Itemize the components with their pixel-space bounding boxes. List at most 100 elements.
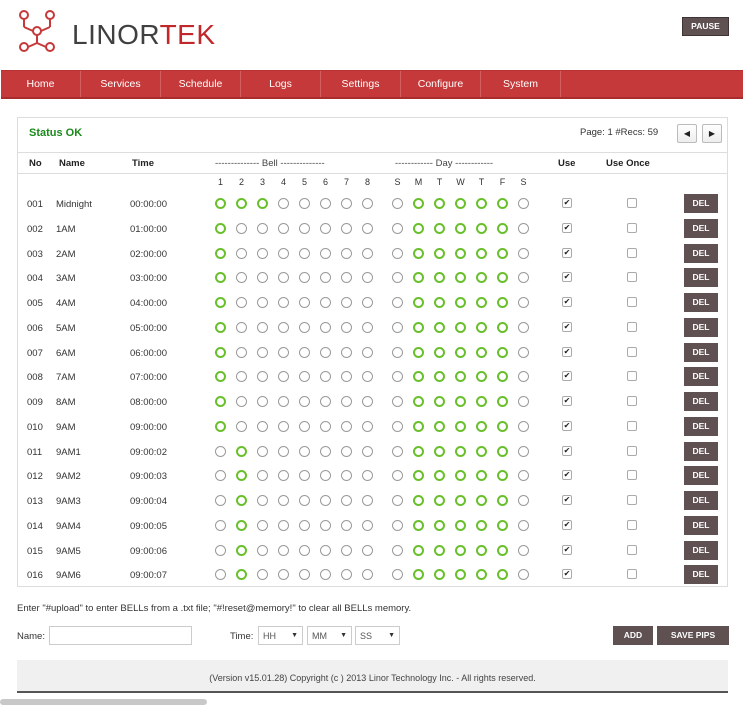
bell-7-radio[interactable] xyxy=(341,371,352,383)
bell-7-radio[interactable] xyxy=(341,198,352,209)
day-4-radio[interactable] xyxy=(455,247,466,259)
nav-home[interactable]: Home xyxy=(1,71,81,97)
use-once-checkbox[interactable] xyxy=(627,272,637,283)
day-4-radio[interactable] xyxy=(455,544,466,556)
bell-1-radio[interactable] xyxy=(215,420,226,432)
day-4-radio[interactable] xyxy=(455,569,466,581)
bell-7-radio[interactable] xyxy=(341,569,352,581)
day-3-radio[interactable] xyxy=(434,346,445,358)
day-6-radio[interactable] xyxy=(497,272,508,284)
minute-select[interactable]: MM ▼ xyxy=(307,626,352,645)
day-1-radio[interactable] xyxy=(392,519,403,531)
delete-button[interactable]: DEL xyxy=(684,293,718,312)
bell-8-radio[interactable] xyxy=(362,321,373,333)
use-checkbox[interactable]: ✔ xyxy=(562,371,572,382)
bell-4-radio[interactable] xyxy=(278,321,289,333)
bell-5-radio[interactable] xyxy=(299,445,310,457)
use-once-checkbox[interactable] xyxy=(627,396,637,406)
bell-2-radio[interactable] xyxy=(236,519,247,531)
bell-1-radio[interactable] xyxy=(215,297,226,308)
use-once-checkbox[interactable] xyxy=(627,297,637,307)
bell-8-radio[interactable] xyxy=(362,297,373,308)
delete-button[interactable]: DEL xyxy=(684,243,718,263)
day-7-radio[interactable] xyxy=(518,445,529,457)
nav-services[interactable]: Services xyxy=(81,71,161,97)
day-2-radio[interactable] xyxy=(413,346,424,358)
day-3-radio[interactable] xyxy=(434,272,445,284)
bell-7-radio[interactable] xyxy=(341,445,352,457)
bell-4-radio[interactable] xyxy=(278,470,289,482)
day-3-radio[interactable] xyxy=(434,297,445,308)
day-4-radio[interactable] xyxy=(455,445,466,457)
bell-7-radio[interactable] xyxy=(341,396,352,407)
use-checkbox[interactable]: ✔ xyxy=(562,272,572,283)
day-7-radio[interactable] xyxy=(518,247,529,259)
day-4-radio[interactable] xyxy=(455,321,466,333)
bell-7-radio[interactable] xyxy=(341,272,352,284)
bell-1-radio[interactable] xyxy=(215,544,226,556)
day-6-radio[interactable] xyxy=(497,371,508,383)
day-4-radio[interactable] xyxy=(455,222,466,234)
bell-1-radio[interactable] xyxy=(215,396,226,407)
use-checkbox[interactable]: ✔ xyxy=(562,495,572,505)
bell-5-radio[interactable] xyxy=(299,371,310,383)
use-once-checkbox[interactable] xyxy=(627,495,637,505)
delete-button[interactable]: DEL xyxy=(684,466,718,486)
delete-button[interactable]: DEL xyxy=(684,416,718,436)
day-2-radio[interactable] xyxy=(413,470,424,482)
bell-3-radio[interactable] xyxy=(257,569,268,581)
bell-2-radio[interactable] xyxy=(236,222,247,234)
day-7-radio[interactable] xyxy=(518,544,529,556)
day-7-radio[interactable] xyxy=(518,569,529,581)
day-2-radio[interactable] xyxy=(413,321,424,333)
bell-3-radio[interactable] xyxy=(257,396,268,407)
delete-button[interactable]: DEL xyxy=(684,194,718,213)
pause-button[interactable]: PAUSE xyxy=(682,17,729,36)
bell-5-radio[interactable] xyxy=(299,569,310,581)
bell-6-radio[interactable] xyxy=(320,222,331,234)
day-4-radio[interactable] xyxy=(455,519,466,531)
bell-1-radio[interactable] xyxy=(215,222,226,234)
use-checkbox[interactable]: ✔ xyxy=(562,198,572,208)
bell-6-radio[interactable] xyxy=(320,321,331,333)
day-2-radio[interactable] xyxy=(413,371,424,383)
day-2-radio[interactable] xyxy=(413,297,424,308)
bell-3-radio[interactable] xyxy=(257,519,268,531)
bell-8-radio[interactable] xyxy=(362,470,373,482)
day-2-radio[interactable] xyxy=(413,495,424,506)
bell-7-radio[interactable] xyxy=(341,495,352,506)
day-2-radio[interactable] xyxy=(413,222,424,234)
day-4-radio[interactable] xyxy=(455,396,466,407)
day-5-radio[interactable] xyxy=(476,222,487,234)
use-checkbox[interactable]: ✔ xyxy=(562,519,572,530)
use-once-checkbox[interactable] xyxy=(627,198,637,208)
day-6-radio[interactable] xyxy=(497,445,508,457)
day-6-radio[interactable] xyxy=(497,420,508,432)
bell-6-radio[interactable] xyxy=(320,272,331,284)
horizontal-scrollbar[interactable] xyxy=(0,699,207,705)
use-checkbox[interactable]: ✔ xyxy=(562,247,572,258)
day-6-radio[interactable] xyxy=(497,495,508,506)
bell-6-radio[interactable] xyxy=(320,346,331,358)
bell-3-radio[interactable] xyxy=(257,297,268,308)
bell-4-radio[interactable] xyxy=(278,247,289,259)
day-6-radio[interactable] xyxy=(497,519,508,531)
bell-2-radio[interactable] xyxy=(236,569,247,581)
day-2-radio[interactable] xyxy=(413,396,424,407)
bell-4-radio[interactable] xyxy=(278,346,289,358)
bell-5-radio[interactable] xyxy=(299,519,310,531)
delete-button[interactable]: DEL xyxy=(684,317,718,337)
use-once-checkbox[interactable] xyxy=(627,445,637,456)
bell-1-radio[interactable] xyxy=(215,371,226,383)
day-1-radio[interactable] xyxy=(392,247,403,259)
bell-2-radio[interactable] xyxy=(236,297,247,308)
bell-7-radio[interactable] xyxy=(341,222,352,234)
day-2-radio[interactable] xyxy=(413,420,424,432)
nav-logs[interactable]: Logs xyxy=(241,71,321,97)
bell-1-radio[interactable] xyxy=(215,198,226,209)
day-5-radio[interactable] xyxy=(476,470,487,482)
use-once-checkbox[interactable] xyxy=(627,321,637,332)
day-4-radio[interactable] xyxy=(455,346,466,358)
day-7-radio[interactable] xyxy=(518,222,529,234)
bell-5-radio[interactable] xyxy=(299,297,310,308)
